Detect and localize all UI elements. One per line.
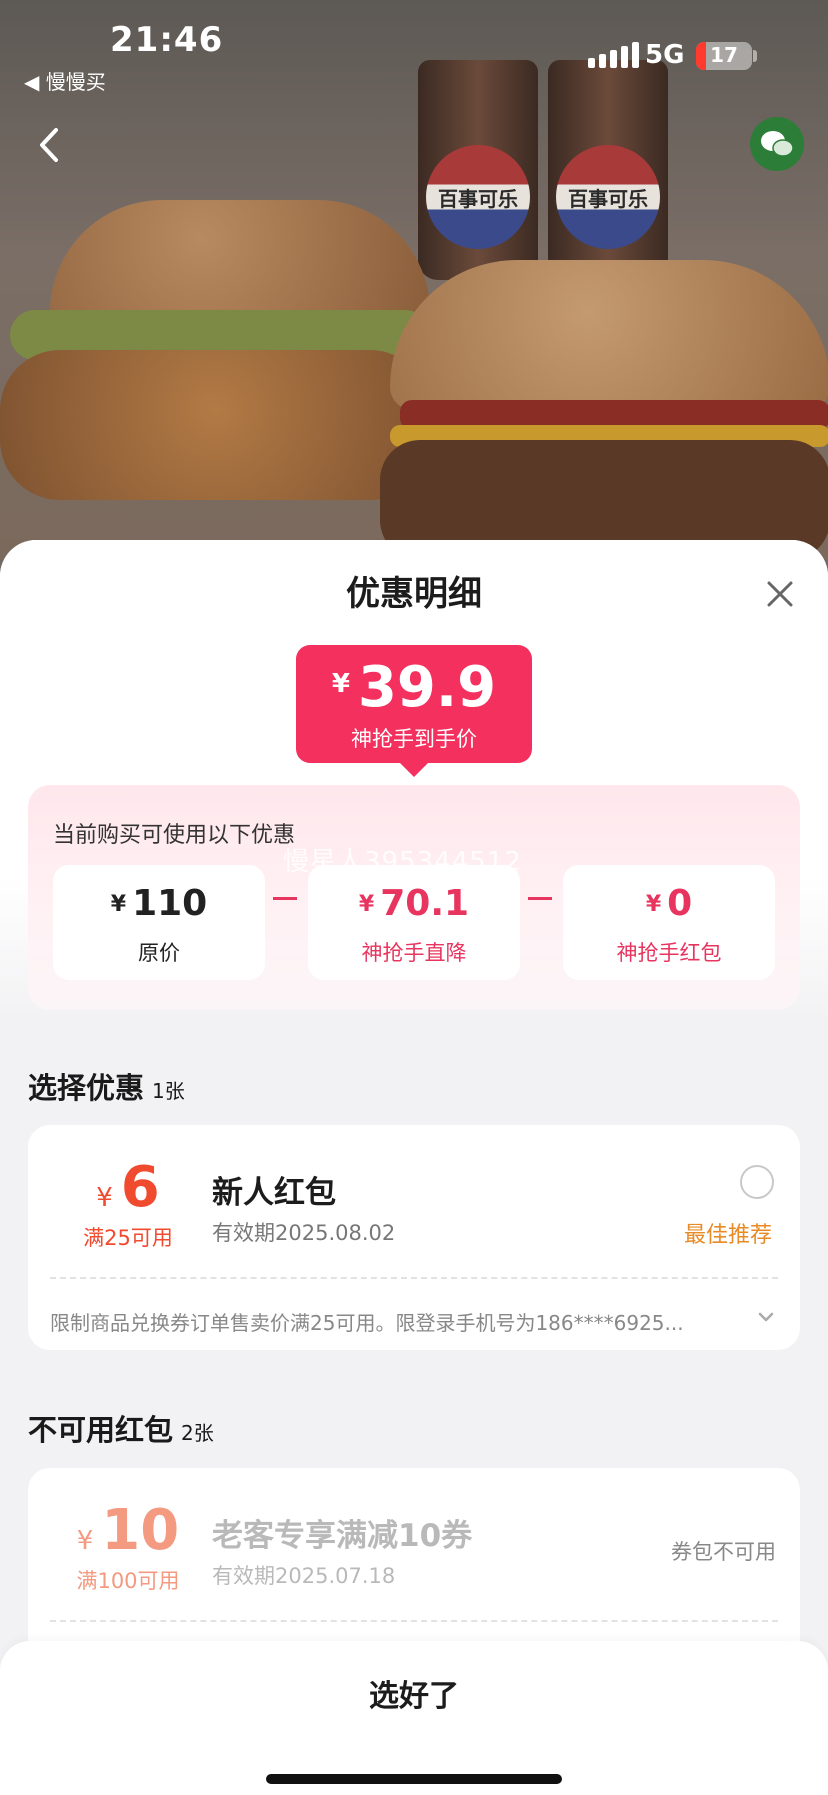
- status-time: 21:46: [110, 20, 224, 60]
- coupon-select-radio[interactable]: [740, 1165, 774, 1199]
- coupon-condition: 满100可用: [76, 1569, 180, 1593]
- red-packet-card: ¥0 神抢手红包: [563, 865, 775, 980]
- confirm-button[interactable]: 选好了: [0, 1671, 828, 1715]
- close-icon[interactable]: [760, 574, 800, 614]
- select-discount-heading: 选择优惠 1张: [28, 1071, 185, 1105]
- minus-sign: [528, 897, 552, 900]
- coupon-rule-text: 限制商品兑换券订单售卖价满25可用。限登录手机号为186****6925...: [50, 1311, 684, 1335]
- wechat-share-icon[interactable]: [750, 117, 804, 171]
- original-price-card: ¥110 原价: [53, 865, 265, 980]
- minus-sign: [273, 897, 297, 900]
- coupon-name: 新人红包: [212, 1175, 336, 1211]
- coupon-card-new-user[interactable]: ¥6 满25可用 新人红包 有效期2025.08.02 最佳推荐 限制商品兑换券…: [28, 1125, 800, 1350]
- battery-icon: 17: [696, 42, 752, 70]
- coupon-amount: 10: [101, 1498, 180, 1563]
- coupon-expiry: 有效期2025.07.18: [212, 1564, 396, 1588]
- unavailable-heading: 不可用红包 2张: [28, 1413, 214, 1447]
- discount-detail-sheet: 优惠明细 ¥39.9 神抢手到手价 当前购买可使用以下优惠 慢星人3953445…: [0, 540, 828, 1795]
- dashed-divider: [50, 1620, 778, 1622]
- sheet-title: 优惠明细: [346, 574, 482, 614]
- coupon-expiry: 有效期2025.08.02: [212, 1221, 396, 1245]
- coupon-card-returning: ¥10 满100可用 老客专享满减10券 有效期2025.07.18 券包不可用: [28, 1468, 800, 1668]
- back-arrow-icon[interactable]: [30, 120, 70, 170]
- status-bar: 21:46 ◀ 慢慢买 5G 17: [0, 0, 828, 100]
- direct-discount-card: ¥70.1 神抢手直降: [308, 865, 520, 980]
- coupon-unavailable-status: 券包不可用: [671, 1540, 776, 1564]
- final-price-value: 39.9: [357, 655, 497, 720]
- network-type: 5G: [645, 40, 685, 70]
- dashed-divider: [50, 1277, 778, 1279]
- best-recommend-badge: 最佳推荐: [684, 1223, 773, 1248]
- coupon-name: 老客专享满减10券: [212, 1518, 473, 1554]
- final-price-badge: ¥39.9 神抢手到手价: [296, 645, 532, 777]
- final-price-desc: 神抢手到手价: [351, 727, 477, 751]
- discount-breakdown: 当前购买可使用以下优惠 慢星人395344512 ¥110 原价 ¥70.1 神…: [28, 785, 800, 1010]
- back-to-app-link[interactable]: ◀ 慢慢买: [24, 66, 106, 95]
- burger-right: [370, 260, 828, 560]
- coupon-condition: 满25可用: [83, 1226, 173, 1250]
- cola-logo: 百事可乐: [556, 145, 660, 249]
- signal-icon: [588, 42, 639, 68]
- chevron-down-icon[interactable]: [754, 1305, 778, 1329]
- home-indicator: [266, 1774, 562, 1784]
- coupon-amount: 6: [120, 1155, 160, 1220]
- cola-logo: 百事可乐: [426, 145, 530, 249]
- discount-hint: 当前购买可使用以下优惠: [53, 823, 296, 848]
- bottom-action-bar: 选好了: [0, 1641, 828, 1795]
